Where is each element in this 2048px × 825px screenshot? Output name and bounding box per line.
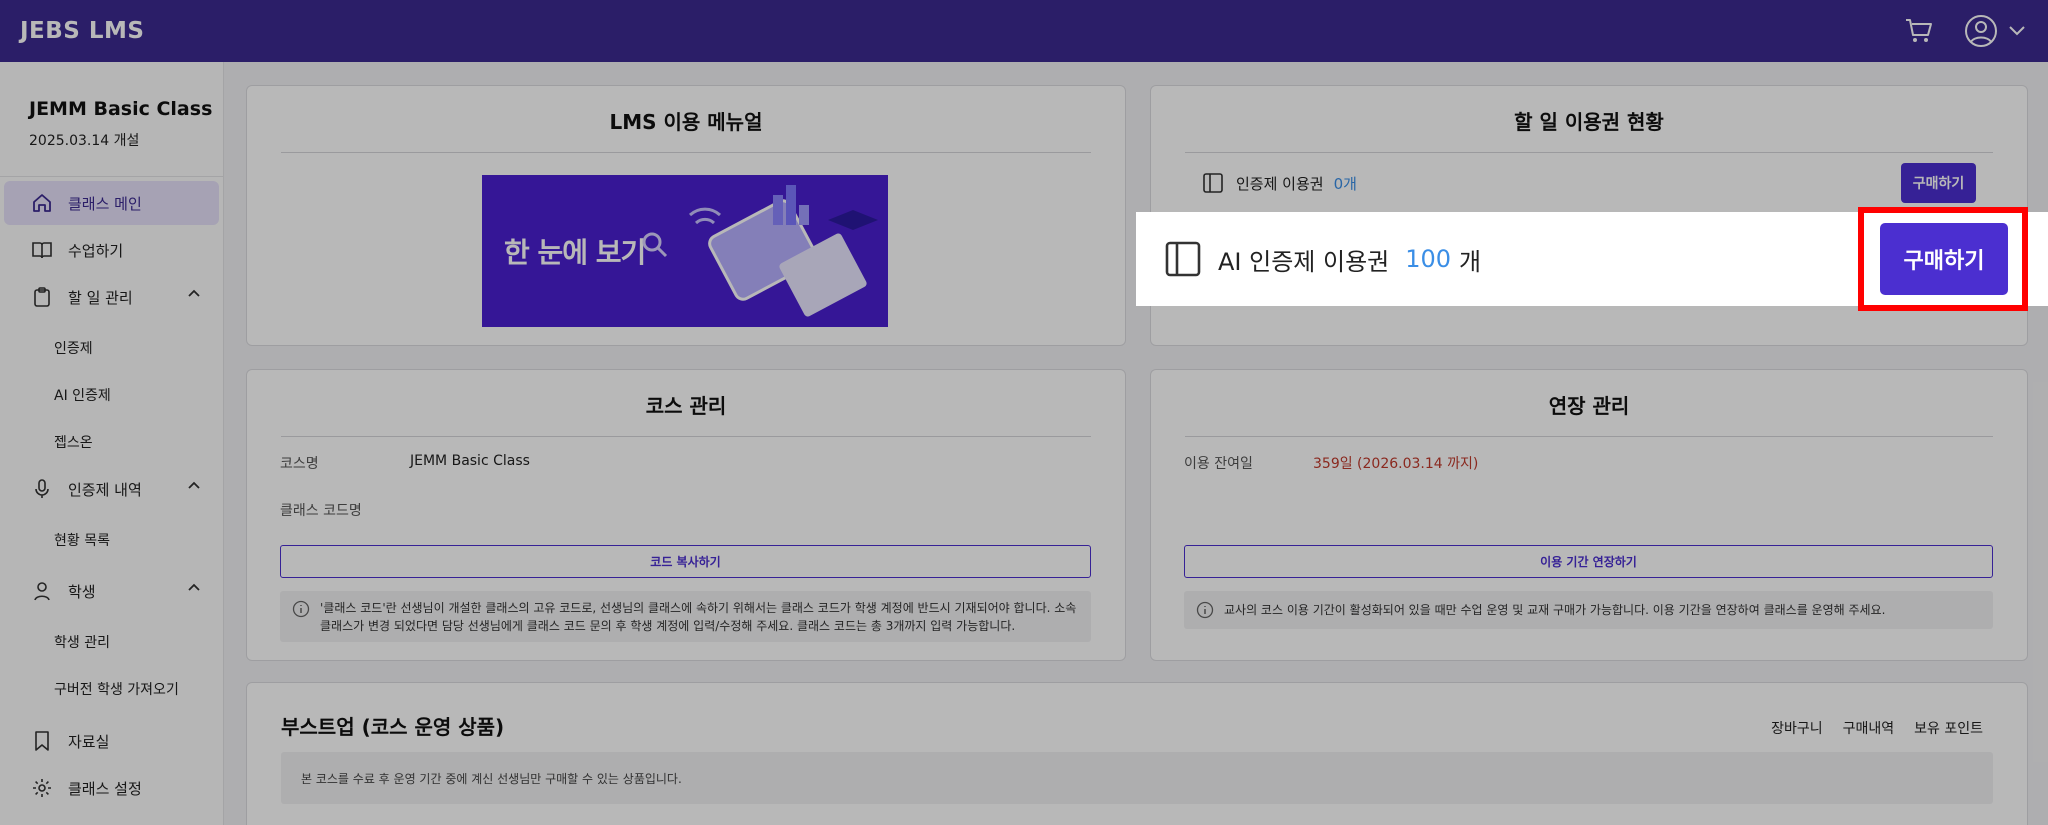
boost-notice: 본 코스를 수료 후 운영 기간 중에 계신 선생님만 구매할 수 있는 상품입… — [281, 752, 1993, 804]
sidebar-item-todo[interactable]: 할 일 관리 — [0, 275, 224, 319]
user-menu[interactable] — [1962, 14, 2028, 48]
sidebar-item-lesson[interactable]: 수업하기 — [0, 228, 224, 272]
sidebar-item-label: AI 인증제 — [54, 388, 111, 404]
notice-text: 교사의 코스 이용 기간이 활성화되어 있을 때만 수업 운영 및 교재 구매가… — [1224, 603, 1886, 617]
sidebar-item-class-main[interactable]: 클래스 메인 — [4, 181, 219, 225]
divider — [1185, 152, 1993, 153]
mic-icon — [30, 477, 54, 501]
sidebar: JEMM Basic Class 2025.03.14 개설 클래스 메인 수업… — [0, 62, 224, 825]
sidebar-item-label: 학생 관리 — [54, 635, 110, 651]
sidebar-item-jebson[interactable]: 젭스온 — [0, 420, 224, 464]
cert-ticket-row: 인증제 이용권 0개 — [1202, 170, 1357, 196]
book-icon — [30, 238, 54, 262]
copy-code-button[interactable]: 코드 복사하기 — [280, 545, 1091, 578]
info-icon — [1196, 601, 1214, 619]
sidebar-item-label: 학생 — [68, 582, 96, 601]
panel-icon — [1165, 241, 1201, 277]
sidebar-item-student-manage[interactable]: 학생 관리 — [0, 620, 224, 664]
sidebar-item-label: 클래스 설정 — [68, 779, 142, 798]
sidebar-item-status-list[interactable]: 현황 목록 — [0, 518, 224, 562]
clipboard-icon — [30, 285, 54, 309]
divider — [281, 436, 1091, 437]
cart-icon[interactable] — [1902, 14, 1936, 48]
card-title: 코스 관리 — [645, 394, 727, 418]
points-link[interactable]: 보유 포인트 — [1914, 718, 1983, 738]
divider — [281, 152, 1091, 153]
sidebar-item-label: 클래스 메인 — [68, 194, 142, 213]
course-name-label: 코스명 — [280, 456, 319, 472]
chevron-up-icon — [188, 481, 200, 489]
user-icon — [1965, 15, 1997, 47]
sidebar-item-label: 할 일 관리 — [68, 288, 133, 307]
boost-links: 장바구니 구매내역 보유 포인트 — [1771, 718, 1983, 738]
ai-ticket-count: 100 — [1405, 245, 1452, 273]
ai-ticket-row: AI 인증제 이용권 100 개 — [1164, 212, 1481, 306]
class-code-label: 클래스 코드명 — [280, 503, 362, 519]
ai-ticket-label: AI 인증제 이용권 — [1218, 247, 1390, 276]
sidebar-item-students[interactable]: 학생 — [0, 569, 224, 613]
banner-text: 한 눈에 보기 — [504, 236, 646, 269]
sidebar-item-certification[interactable]: 인증제 — [0, 326, 224, 370]
top-bar: JEBS LMS — [0, 0, 2048, 62]
card-title: LMS 이용 메뉴얼 — [609, 110, 763, 134]
notice-text: '클래스 코드'란 선생님이 개설한 클래스의 고유 코드로, 선생님의 클래스… — [320, 601, 1077, 633]
extension-notice: 교사의 코스 이용 기간이 활성화되어 있을 때만 수업 운영 및 교재 구매가… — [1184, 591, 1993, 629]
gear-icon — [30, 776, 54, 800]
manual-banner[interactable]: 한 눈에 보기 — [482, 175, 888, 327]
sidebar-item-label: 인증제 — [54, 341, 93, 357]
brand-logo[interactable]: JEBS LMS — [20, 18, 144, 44]
sidebar-item-import-students[interactable]: 구버전 학생 가져오기 — [0, 667, 224, 711]
card-title: 할 일 이용권 현황 — [1514, 110, 1664, 134]
divider — [1185, 436, 1993, 437]
sidebar-item-label: 자료실 — [68, 732, 110, 751]
sidebar-item-label: 현황 목록 — [54, 533, 110, 549]
person-icon — [30, 579, 54, 603]
course-name-value: JEMM Basic Class — [410, 453, 530, 469]
cert-ticket-count: 0개 — [1333, 174, 1357, 193]
purchase-history-link[interactable]: 구매내역 — [1843, 718, 1895, 738]
sidebar-item-label: 젭스온 — [54, 435, 93, 451]
cert-ticket-label: 인증제 이용권 — [1236, 174, 1324, 193]
sidebar-item-cert-history[interactable]: 인증제 내역 — [0, 467, 224, 511]
home-icon — [30, 191, 54, 215]
tablet-illustration — [688, 185, 878, 317]
boost-title: 부스트업 (코스 운영 상품) — [281, 715, 505, 739]
sidebar-item-resources[interactable]: 자료실 — [0, 719, 224, 763]
bookmark-icon — [30, 729, 54, 753]
chevron-up-icon — [188, 583, 200, 591]
info-icon — [292, 600, 310, 618]
sidebar-item-label: 수업하기 — [68, 241, 124, 260]
chevron-down-icon — [2009, 26, 2025, 36]
class-code-notice: '클래스 코드'란 선생님이 개설한 클래스의 고유 코드로, 선생님의 클래스… — [280, 591, 1091, 642]
magnifier-icon — [642, 232, 668, 258]
card-title: 연장 관리 — [1548, 394, 1630, 418]
ai-ticket-unit: 개 — [1459, 247, 1482, 276]
sidebar-item-class-settings[interactable]: 클래스 설정 — [0, 766, 224, 810]
chevron-up-icon — [188, 289, 200, 297]
buy-ai-ticket-button[interactable]: 구매하기 — [1880, 223, 2008, 295]
sidebar-item-label: 구버전 학생 가져오기 — [54, 682, 179, 698]
class-date: 2025.03.14 개설 — [29, 133, 140, 149]
remain-days-label: 이용 잔여일 — [1184, 456, 1253, 472]
buy-cert-ticket-button[interactable]: 구매하기 — [1901, 163, 1976, 203]
panel-icon — [1203, 173, 1223, 193]
extend-period-button[interactable]: 이용 기간 연장하기 — [1184, 545, 1993, 578]
remain-days-value: 359일 (2026.03.14 까지) — [1313, 456, 1479, 472]
cart-link[interactable]: 장바구니 — [1771, 718, 1823, 738]
sidebar-item-ai-certification[interactable]: AI 인증제 — [0, 373, 224, 417]
class-name: JEMM Basic Class — [29, 98, 213, 120]
class-header: JEMM Basic Class 2025.03.14 개설 — [0, 62, 223, 177]
sidebar-item-label: 인증제 내역 — [68, 480, 142, 499]
